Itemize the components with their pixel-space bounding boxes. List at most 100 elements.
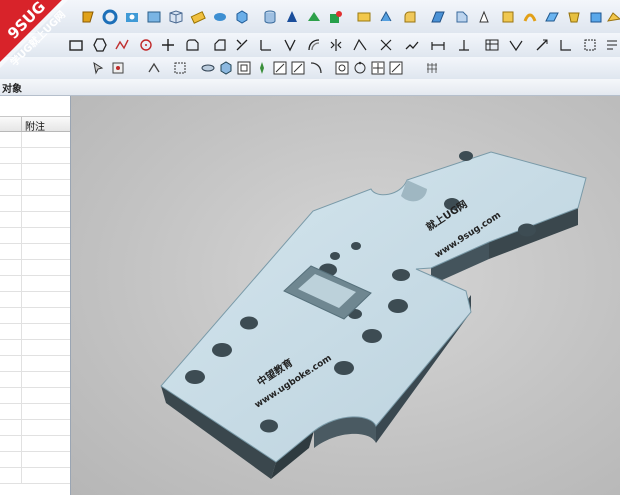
snap-quadrant-icon[interactable] <box>352 60 368 76</box>
snap-arc-icon[interactable] <box>308 60 324 76</box>
table-row[interactable] <box>0 228 70 244</box>
snap-point-icon[interactable] <box>110 60 126 76</box>
toolbar-features <box>0 0 620 34</box>
part-model[interactable]: 就上UG网 www.9sug.com 中望教育 www.ugboke.com <box>71 96 620 495</box>
sphere-icon[interactable] <box>306 9 322 25</box>
trim-body-icon[interactable] <box>476 9 492 25</box>
pad-icon[interactable] <box>190 9 206 25</box>
extend-icon[interactable] <box>258 37 274 53</box>
more-icon[interactable] <box>606 9 620 25</box>
select-feature-icon[interactable] <box>146 60 162 76</box>
hole <box>240 316 258 330</box>
hole <box>362 329 382 343</box>
table-row[interactable] <box>0 452 70 468</box>
column-header[interactable]: 附注 <box>0 116 70 133</box>
pocket-icon[interactable] <box>168 9 184 25</box>
column-divider[interactable] <box>21 117 22 131</box>
dimension-icon[interactable] <box>430 37 446 53</box>
table-row[interactable] <box>0 212 70 228</box>
unite-icon[interactable] <box>328 9 344 25</box>
project-icon[interactable] <box>352 37 368 53</box>
auto-constrain-icon[interactable] <box>508 37 524 53</box>
draft-icon[interactable] <box>454 9 470 25</box>
chamfer-sketch-icon[interactable] <box>212 37 228 53</box>
snap-onCurve-icon[interactable] <box>272 60 288 76</box>
chamfer-icon[interactable] <box>430 9 446 25</box>
snap-existing-icon[interactable] <box>388 60 404 76</box>
table-row[interactable] <box>0 420 70 436</box>
point-icon[interactable] <box>160 37 176 53</box>
alternate-solution-icon[interactable] <box>558 37 574 53</box>
polygon-icon[interactable] <box>92 37 108 53</box>
shell-icon[interactable] <box>80 9 96 25</box>
extract-icon[interactable] <box>588 9 604 25</box>
shaded-icon[interactable] <box>218 60 234 76</box>
table-row[interactable] <box>0 436 70 452</box>
snap-midpoint-icon[interactable] <box>254 60 270 76</box>
hole <box>351 242 361 250</box>
subtract-icon[interactable] <box>356 9 372 25</box>
sew-icon[interactable] <box>566 9 582 25</box>
table-row[interactable] <box>0 132 70 148</box>
mirror-curve-icon[interactable] <box>328 37 344 53</box>
table-row[interactable] <box>0 276 70 292</box>
snap-endpoint-icon[interactable] <box>236 60 252 76</box>
table-row[interactable] <box>0 468 70 484</box>
table-row[interactable] <box>0 180 70 196</box>
snap-center-icon[interactable] <box>334 60 350 76</box>
hole-icon[interactable] <box>124 9 140 25</box>
box-select-icon[interactable] <box>172 60 188 76</box>
split-body-icon[interactable] <box>500 9 516 25</box>
boss-icon[interactable] <box>146 9 162 25</box>
trim-icon[interactable] <box>234 37 250 53</box>
show-constraints-icon[interactable] <box>534 37 550 53</box>
table-row[interactable] <box>0 340 70 356</box>
table-row[interactable] <box>0 164 70 180</box>
offset-curve-icon[interactable] <box>306 37 322 53</box>
intersection-curve-icon[interactable] <box>378 37 394 53</box>
resource-header: 对象 <box>0 79 620 96</box>
thicken-icon[interactable] <box>544 9 560 25</box>
table-row[interactable] <box>0 292 70 308</box>
snap-line-icon[interactable] <box>290 60 306 76</box>
select-all-icon[interactable] <box>90 60 106 76</box>
corner-icon[interactable] <box>282 37 298 53</box>
circle-icon[interactable] <box>138 37 154 53</box>
cylinder-icon[interactable] <box>262 9 278 25</box>
hole <box>392 269 410 281</box>
table-row[interactable] <box>0 356 70 372</box>
table-row[interactable] <box>0 260 70 276</box>
table-icon[interactable] <box>484 37 500 53</box>
table-row[interactable] <box>0 404 70 420</box>
block-icon[interactable] <box>234 9 250 25</box>
cone-icon[interactable] <box>284 9 300 25</box>
edge-blend-icon[interactable] <box>402 9 418 25</box>
pattern-curve-icon[interactable] <box>404 37 420 53</box>
hole <box>459 151 473 161</box>
convert-reference-icon[interactable] <box>582 37 598 53</box>
grid-icon[interactable] <box>424 60 440 76</box>
hole <box>260 419 278 433</box>
geometric-constraint-icon[interactable] <box>456 37 472 53</box>
intersect-icon[interactable] <box>378 9 394 25</box>
view-orient-icon[interactable] <box>200 60 216 76</box>
table-row[interactable] <box>0 308 70 324</box>
table-row[interactable] <box>0 196 70 212</box>
annotation-icon[interactable] <box>604 37 620 53</box>
pattern-icon[interactable] <box>102 9 118 25</box>
slot-icon[interactable] <box>212 9 228 25</box>
table-row[interactable] <box>0 372 70 388</box>
toolbar-selection: ▼ <box>0 57 620 133</box>
table-row[interactable] <box>0 324 70 340</box>
table-row[interactable] <box>0 148 70 164</box>
header-title: 对象 <box>2 84 22 95</box>
offset-face-icon[interactable] <box>522 9 538 25</box>
hole <box>518 223 536 237</box>
table-row[interactable] <box>0 388 70 404</box>
snap-intersection-icon[interactable] <box>370 60 386 76</box>
studio-spline-icon[interactable] <box>114 37 130 53</box>
graphics-viewport[interactable]: 就上UG网 www.9sug.com 中望教育 www.ugboke.com <box>71 96 620 495</box>
table-row[interactable] <box>0 244 70 260</box>
fillet-sketch-icon[interactable] <box>184 37 200 53</box>
column-note-header[interactable]: 附注 <box>25 118 45 133</box>
